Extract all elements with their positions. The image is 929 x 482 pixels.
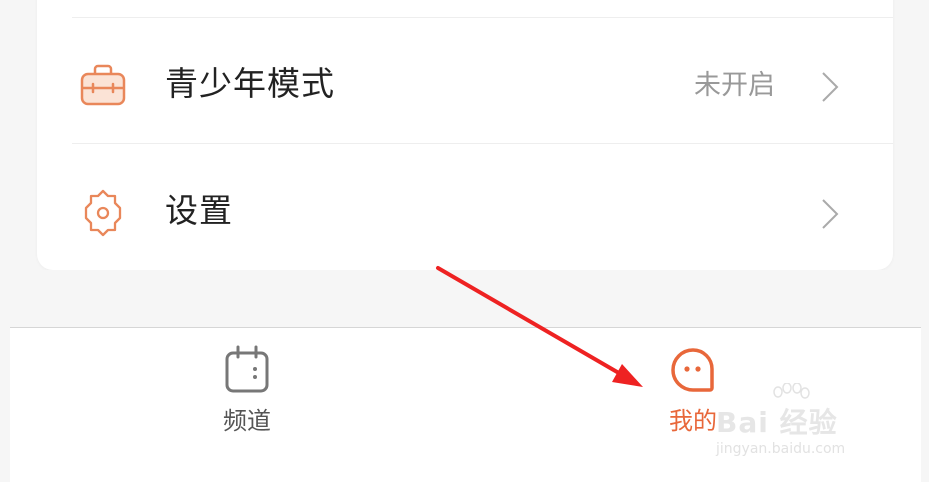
chevron-right-icon <box>822 199 839 229</box>
tab-channel-label: 频道 <box>223 407 271 435</box>
teen-mode-status: 未开启 <box>694 70 775 101</box>
calendar-channel-icon <box>225 345 269 393</box>
divider <box>72 17 893 18</box>
settings-card: 青少年模式 未开启 设置 <box>37 0 893 270</box>
teen-mode-label: 青少年模式 <box>165 64 335 103</box>
settings-row[interactable]: 设置 <box>37 159 893 259</box>
teen-mode-row[interactable]: 青少年模式 未开启 <box>37 32 893 132</box>
tab-mine-label: 我的 <box>669 407 717 435</box>
tab-channel[interactable]: 频道 <box>187 328 307 482</box>
chevron-right-icon <box>822 72 839 102</box>
settings-label: 设置 <box>165 191 233 230</box>
section-gap <box>0 270 929 327</box>
ghost-mine-icon <box>671 348 714 392</box>
settings-gear-icon <box>84 189 122 237</box>
bottom-tab-bar: 频道 我的 <box>10 327 921 482</box>
divider <box>72 143 893 144</box>
teen-mode-briefcase-icon <box>80 64 126 106</box>
tab-mine[interactable]: 我的 <box>633 328 753 482</box>
